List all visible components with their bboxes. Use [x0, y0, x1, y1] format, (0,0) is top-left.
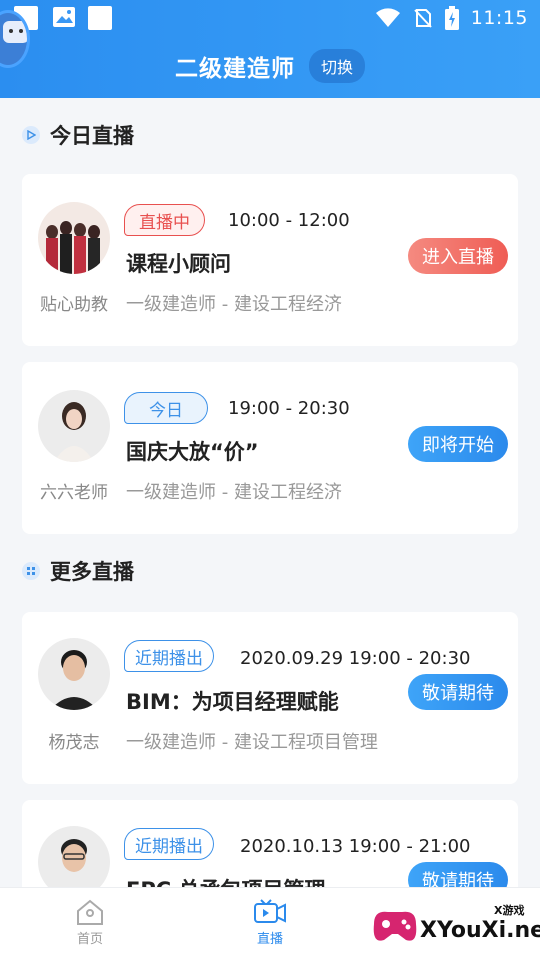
upcoming-button[interactable]: 即将开始 [408, 426, 508, 462]
live-card[interactable]: 杨茂志 近期播出 2020.09.29 19:00 - 20:30 BIM：为项… [22, 612, 518, 784]
section-today: 今日直播 [22, 120, 134, 150]
course-category: 一级建造师 - 建设工程项目管理 [126, 732, 378, 753]
home-icon [77, 899, 103, 925]
play-icon [22, 126, 40, 144]
status-bar: 11:15 [0, 0, 540, 36]
live-card[interactable]: 贴心助教 直播中 10:00 - 12:00 课程小顾问 一级建造师 - 建设工… [22, 174, 518, 346]
time-range: 10:00 - 12:00 [228, 210, 350, 231]
course-name: BIM：为项目经理赋能 [126, 690, 339, 714]
time-range: 2020.09.29 19:00 - 20:30 [240, 648, 471, 669]
page-title: 二级建造师 [174, 56, 295, 82]
course-category: 一级建造师 - 建设工程经济 [126, 294, 342, 315]
live-card[interactable]: 六六老师 今日 19:00 - 20:30 国庆大放“价” 一级建造师 - 建设… [22, 362, 518, 534]
time-range: 2020.10.13 19:00 - 21:00 [240, 836, 471, 857]
switch-button[interactable]: 切换 [308, 49, 365, 83]
teacher-name: 六六老师 [40, 483, 108, 503]
watermark-small: X游戏 [494, 904, 525, 917]
nav-home-label: 首页 [76, 932, 103, 947]
teacher-name: 杨茂志 [48, 733, 100, 753]
status-badge: 近期播出 [124, 640, 214, 672]
teacher-avatar [38, 390, 110, 462]
watermark-text: XYouXi.net [420, 918, 540, 943]
gamepad-logo-icon [373, 911, 417, 941]
enter-live-button[interactable]: 进入直播 [408, 238, 508, 274]
status-badge: 直播中 [124, 204, 205, 236]
section-more: 更多直播 [22, 556, 134, 586]
teacher-avatar [38, 638, 110, 710]
no-sim-icon [414, 9, 432, 28]
notification-icon-2 [88, 6, 112, 30]
grid-icon [22, 562, 40, 580]
section-more-title: 更多直播 [50, 560, 134, 584]
course-category: 一级建造师 - 建设工程经济 [126, 482, 342, 503]
teacher-name: 贴心助教 [40, 295, 108, 315]
teacher-avatar [38, 202, 110, 274]
watermark: X游戏 XYouXi.net [368, 896, 540, 956]
section-today-title: 今日直播 [50, 124, 134, 148]
time-range: 19:00 - 20:30 [228, 398, 350, 419]
nav-live[interactable]: 直播 [230, 898, 310, 947]
coming-soon-button[interactable]: 敬请期待 [408, 674, 508, 710]
status-badge: 近期播出 [124, 828, 214, 860]
clock: 11:15 [470, 7, 528, 29]
course-name: 课程小顾问 [126, 252, 231, 276]
wifi-icon [375, 8, 400, 27]
live-video-icon [254, 899, 286, 923]
course-name: 国庆大放“价” [126, 440, 259, 464]
status-badge: 今日 [124, 392, 208, 424]
battery-charging-icon [444, 6, 459, 30]
image-icon [53, 7, 75, 27]
nav-home[interactable]: 首页 [50, 898, 130, 947]
nav-live-label: 直播 [256, 932, 283, 947]
app-header: 11:15 二级建造师 切换 [0, 0, 540, 98]
